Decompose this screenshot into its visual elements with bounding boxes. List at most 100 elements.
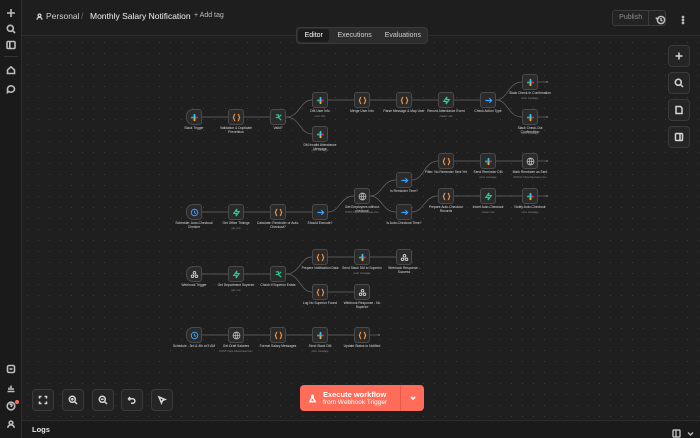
toggle-panel-button[interactable] [668, 126, 690, 148]
node-label: Valid? [273, 126, 283, 130]
node-subtitle: create: row [439, 114, 453, 118]
user-avatar-icon[interactable] [4, 417, 18, 431]
execute-main[interactable]: Execute workflow from Webhook Trigger [300, 385, 401, 411]
node-label: Prepare Notification Data [301, 266, 339, 270]
logs-label: Logs [32, 425, 50, 434]
webhook-no-sup-node[interactable] [354, 284, 370, 300]
mark-reminder-node[interactable] [522, 153, 538, 169]
filter-reminder-node[interactable] [438, 153, 454, 169]
home-icon[interactable] [4, 63, 18, 77]
insights-icon[interactable] [4, 381, 18, 395]
webhook-success-node[interactable] [396, 249, 412, 265]
schedule-auto-node[interactable] [186, 204, 202, 220]
slack-trigger-node[interactable] [186, 109, 202, 125]
add-icon[interactable] [4, 6, 18, 20]
node-subtitle: get: row [231, 226, 241, 230]
workflow-title[interactable]: Monthly Salary Notification [90, 11, 191, 21]
merge-user-node[interactable] [354, 92, 370, 108]
send-slack-dm-node[interactable] [312, 327, 328, 343]
publish-label[interactable]: Publish [613, 11, 650, 25]
tidy-up-button[interactable] [151, 389, 173, 411]
code-icon [316, 253, 324, 261]
node-label: Calculate: Reminder or Auto-Checkout? [256, 221, 300, 229]
get-office-node[interactable] [228, 204, 244, 220]
update-status-node[interactable] [354, 327, 370, 343]
is-reminder-node[interactable] [396, 172, 412, 188]
webhook-node[interactable] [186, 266, 202, 282]
node-label: Send Slack DM to Superior [342, 266, 382, 270]
sticky-note-button[interactable] [668, 99, 690, 121]
fit-view-button[interactable] [32, 389, 54, 411]
node-label: Should Execute? [307, 221, 333, 225]
search-icon[interactable] [4, 22, 18, 36]
tab-executions[interactable]: Executions [331, 29, 377, 42]
panel-toggle-icon[interactable] [4, 38, 18, 52]
pop-out-icon[interactable] [672, 425, 681, 438]
check-action-node[interactable] [480, 92, 496, 108]
calc-reminder-node[interactable] [270, 204, 286, 220]
flask-icon [308, 394, 317, 402]
view-tabs: Editor Executions Evaluations [296, 27, 428, 44]
expand-icon[interactable] [686, 425, 695, 436]
resp-icon [400, 253, 408, 261]
logs-panel[interactable]: Logs [22, 420, 700, 438]
zoom-in-button[interactable] [62, 389, 84, 411]
node-label: Notify Auto-Checkout [514, 205, 546, 209]
is-auto-node[interactable] [396, 204, 412, 220]
node-subtitle: get: row [231, 288, 241, 292]
add-tag-button[interactable]: + Add tag [194, 12, 224, 19]
trig-icon [232, 270, 240, 278]
parse-msg-node[interactable] [396, 92, 412, 108]
format-salary-node[interactable] [270, 327, 286, 343]
send-dm-superior-node[interactable] [354, 249, 370, 265]
tab-editor[interactable]: Editor [298, 29, 330, 42]
slack-icon [526, 78, 534, 86]
zoom-out-button[interactable] [92, 389, 114, 411]
send-reminder-node[interactable] [480, 153, 496, 169]
tab-evaluations[interactable]: Evaluations [380, 29, 426, 42]
notify-auto-node[interactable] [522, 188, 538, 204]
zoom-in-icon [68, 395, 78, 405]
code-icon [316, 288, 324, 296]
node-label: Is Reminder Time? [390, 189, 418, 193]
code-icon [400, 96, 408, 104]
prepare-notif-node[interactable] [312, 249, 328, 265]
more-options-icon[interactable] [678, 12, 688, 25]
search-icon [674, 78, 684, 88]
breadcrumb-project[interactable]: Personal [36, 11, 80, 21]
log-no-superior-node[interactable] [312, 284, 328, 300]
user-icon [36, 12, 43, 20]
search-nodes-button[interactable] [668, 72, 690, 94]
node-label: Format Salary Messages [259, 344, 297, 348]
slack-checkin-node[interactable] [522, 74, 538, 90]
undo-button[interactable] [121, 389, 143, 411]
get-employees-node[interactable] [354, 188, 370, 204]
insert-auto-node[interactable] [480, 188, 496, 204]
valid-node[interactable] [270, 109, 286, 125]
node-subtitle: post: message [521, 210, 539, 214]
switch-icon [484, 97, 492, 103]
get-dept-node[interactable] [228, 266, 244, 282]
add-node-button[interactable] [668, 45, 690, 67]
node-label: Webhook Trigger [181, 283, 207, 287]
undo-icon [127, 396, 136, 404]
templates-icon[interactable] [4, 362, 18, 376]
history-icon[interactable] [656, 12, 666, 25]
execute-workflow-button[interactable]: Execute workflow from Webhook Trigger [300, 385, 424, 411]
node-label: Check Action Type [474, 109, 502, 113]
node-label: Prepare Auto-Checkout Records [428, 205, 464, 213]
check-superior-node[interactable] [270, 266, 286, 282]
slack-checkout-node[interactable] [522, 109, 538, 125]
prepare-auto-node[interactable] [438, 188, 454, 204]
record-att-node[interactable] [438, 92, 454, 108]
should-execute-node[interactable] [312, 204, 328, 220]
chevron-down-icon[interactable] [401, 394, 424, 402]
dm-user-info-node[interactable] [312, 92, 328, 108]
globe-icon [526, 157, 534, 165]
rail-divider [4, 56, 18, 57]
validation-node[interactable] [228, 109, 244, 125]
dm-invalid-node[interactable] [312, 126, 328, 142]
get-drafts-node[interactable] [228, 327, 244, 343]
schedule-salary-node[interactable] [186, 327, 202, 343]
chat-icon[interactable] [4, 82, 18, 96]
